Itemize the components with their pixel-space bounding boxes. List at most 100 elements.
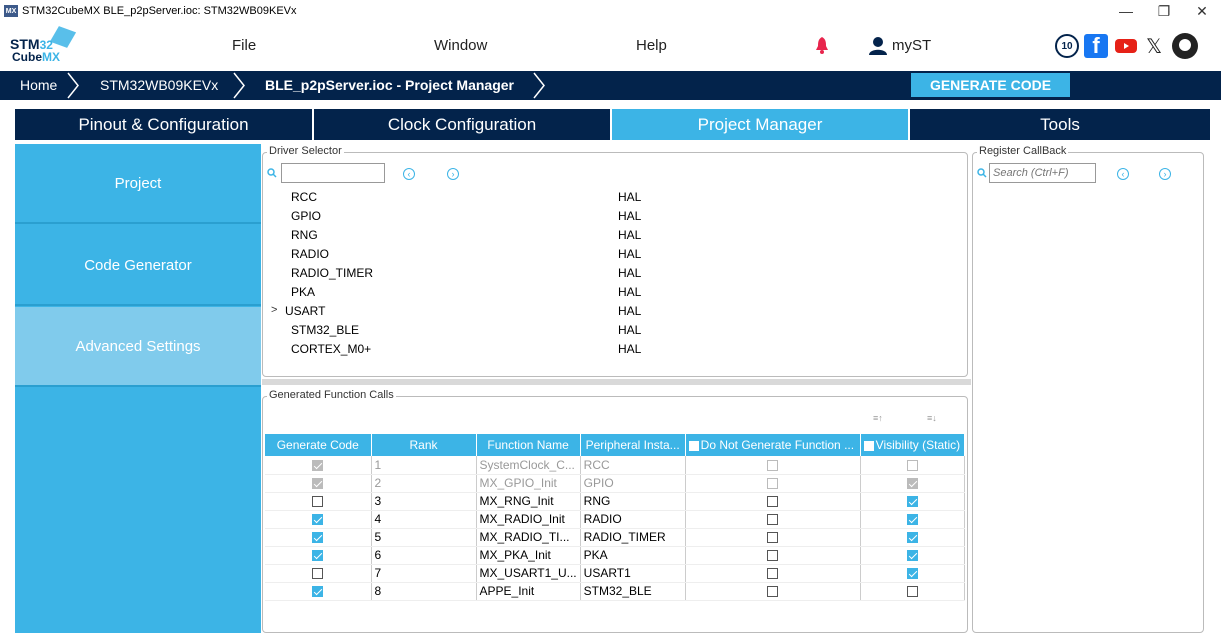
tab-clock[interactable]: Clock Configuration	[314, 109, 612, 140]
breadcrumb-device[interactable]: STM32WB09KEVx	[100, 71, 218, 100]
table-row[interactable]: 5 MX_RADIO_TI... RADIO_TIMER	[265, 528, 965, 547]
col-visibility[interactable]: Visibility (Static)	[860, 434, 965, 456]
visibility-checkbox[interactable]	[906, 550, 918, 562]
table-row[interactable]: 8 APPE_Init STM32_BLE	[265, 582, 965, 601]
visibility-checkbox[interactable]	[906, 568, 918, 580]
do-not-generate-checkbox[interactable]	[767, 586, 779, 598]
list-item[interactable]: RADIO HAL	[263, 247, 963, 266]
previous-icon[interactable]: ‹	[403, 168, 415, 180]
app-icon: MX	[4, 5, 18, 17]
visibility-cell	[860, 474, 965, 493]
restore-button[interactable]: ❐	[1145, 0, 1183, 22]
facebook-icon[interactable]: f	[1084, 33, 1108, 58]
breadcrumb-project[interactable]: BLE_p2pServer.ioc - Project Manager	[265, 71, 514, 100]
generate-code-checkbox[interactable]	[312, 496, 324, 508]
next-icon[interactable]: ›	[1159, 168, 1171, 180]
close-button[interactable]: ✕	[1183, 0, 1221, 22]
header-checkbox[interactable]	[863, 440, 874, 451]
do-not-generate-checkbox[interactable]	[767, 496, 779, 508]
peripheral-cell: GPIO	[580, 474, 686, 493]
col-do-not-generate[interactable]: Do Not Generate Function ...	[685, 434, 861, 456]
generate-code-checkbox[interactable]	[312, 586, 324, 598]
visibility-checkbox[interactable]	[906, 514, 918, 526]
list-item[interactable]: RADIO_TIMER HAL	[263, 266, 963, 285]
generate-code-checkbox[interactable]	[312, 514, 324, 526]
list-item[interactable]: CORTEX_M0+ HAL	[263, 342, 963, 361]
list-item[interactable]: RNG HAL	[263, 228, 963, 247]
tab-tools[interactable]: Tools	[910, 109, 1210, 140]
function-calls-body: 1 SystemClock_C... RCC 2 MX_GPIO_Init GPIO 3 MX…	[265, 456, 965, 601]
col-generate-code[interactable]: Generate Code	[265, 434, 372, 456]
driver-name: STM32_BLE	[291, 323, 360, 337]
sidebar-item-advanced-settings[interactable]: Advanced Settings	[15, 307, 261, 387]
do-not-generate-checkbox[interactable]	[767, 514, 779, 526]
driver-library[interactable]: HAL	[618, 323, 641, 337]
header-checkbox[interactable]	[688, 440, 699, 451]
do-not-generate-checkbox[interactable]	[767, 532, 779, 544]
list-item[interactable]: GPIO HAL	[263, 209, 963, 228]
driver-library[interactable]: HAL	[618, 304, 641, 318]
col-rank[interactable]: Rank	[371, 434, 477, 456]
visibility-checkbox[interactable]	[906, 586, 918, 598]
register-callback-panel: Register CallBack ‹ ›	[972, 145, 1204, 633]
anniversary-icon[interactable]: 10	[1055, 34, 1079, 58]
minimize-button[interactable]: —	[1107, 0, 1145, 22]
table-row[interactable]: 7 MX_USART1_U... USART1	[265, 564, 965, 583]
generate-code-button[interactable]: GENERATE CODE	[911, 73, 1070, 97]
visibility-cell	[860, 546, 965, 565]
github-icon[interactable]	[1170, 31, 1200, 61]
list-item[interactable]: RCC HAL	[263, 190, 963, 209]
move-up-icon[interactable]: ≡↑	[873, 413, 883, 423]
visibility-cell	[860, 510, 965, 529]
table-row[interactable]: 6 MX_PKA_Init PKA	[265, 546, 965, 565]
generate-code-checkbox[interactable]	[312, 568, 324, 580]
driver-library[interactable]: HAL	[618, 266, 641, 280]
x-icon[interactable]: 𝕏	[1142, 34, 1166, 58]
chevron-right-icon[interactable]: >	[271, 304, 277, 316]
youtube-icon[interactable]	[1114, 34, 1138, 58]
cube-logo-shape	[49, 26, 77, 48]
sidebar: Project Code Generator Advanced Settings	[15, 144, 261, 633]
do-not-generate-checkbox[interactable]	[767, 550, 779, 562]
list-item[interactable]: PKA HAL	[263, 285, 963, 304]
menu-help[interactable]: Help	[636, 37, 667, 54]
generate-code-checkbox[interactable]	[312, 532, 324, 544]
list-item[interactable]: STM32_BLE HAL	[263, 323, 963, 342]
list-item[interactable]: > USART HAL	[263, 304, 963, 323]
tab-pinout[interactable]: Pinout & Configuration	[15, 109, 314, 140]
driver-library[interactable]: HAL	[618, 247, 641, 261]
table-row[interactable]: 1 SystemClock_C... RCC	[265, 456, 965, 475]
do-not-generate-checkbox[interactable]	[767, 568, 779, 580]
table-row[interactable]: 4 MX_RADIO_Init RADIO	[265, 510, 965, 529]
visibility-checkbox[interactable]	[906, 496, 918, 508]
move-down-icon[interactable]: ≡↓	[927, 413, 937, 423]
driver-search-input[interactable]	[281, 163, 385, 183]
col-function-name[interactable]: Function Name	[476, 434, 581, 456]
sidebar-item-code-generator[interactable]: Code Generator	[15, 226, 261, 306]
generate-code-checkbox[interactable]	[312, 550, 324, 562]
generate-code-cell	[265, 564, 372, 583]
driver-library[interactable]: HAL	[618, 285, 641, 299]
tab-project-manager[interactable]: Project Manager	[612, 109, 910, 140]
generate-code-cell	[265, 582, 372, 601]
user-icon[interactable]	[868, 37, 888, 55]
breadcrumb-home[interactable]: Home	[20, 71, 57, 100]
menu-file[interactable]: File	[232, 37, 256, 54]
table-row[interactable]: 3 MX_RNG_Init RNG	[265, 492, 965, 511]
driver-library[interactable]: HAL	[618, 228, 641, 242]
col-peripheral-instance[interactable]: Peripheral Insta...	[580, 434, 686, 456]
driver-library[interactable]: HAL	[618, 209, 641, 223]
callback-search-input[interactable]	[989, 163, 1096, 183]
previous-icon[interactable]: ‹	[1117, 168, 1129, 180]
menu-window[interactable]: Window	[434, 37, 487, 54]
sidebar-item-project[interactable]: Project	[15, 144, 261, 224]
table-row[interactable]: 2 MX_GPIO_Init GPIO	[265, 474, 965, 493]
myst-link[interactable]: myST	[892, 37, 931, 54]
panel-splitter[interactable]	[262, 379, 971, 385]
next-icon[interactable]: ›	[447, 168, 459, 180]
visibility-checkbox[interactable]	[906, 532, 918, 544]
driver-selector-panel: Driver Selector ‹ › RCC HAL GPIO HAL RNG HAL R…	[262, 145, 968, 377]
driver-library[interactable]: HAL	[618, 190, 641, 204]
bell-icon[interactable]	[815, 36, 829, 54]
driver-library[interactable]: HAL	[618, 342, 641, 356]
